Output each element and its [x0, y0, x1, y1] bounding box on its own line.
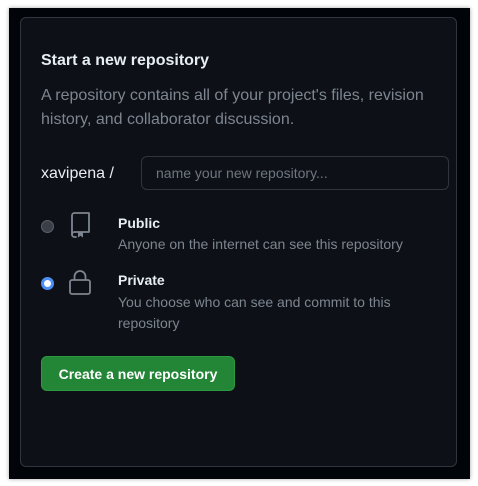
repo-icon	[68, 212, 92, 238]
public-description: Anyone on the internet can see this repo…	[118, 236, 403, 252]
panel-description: A repository contains all of your projec…	[41, 87, 424, 128]
private-description: You choose who can see and commit to thi…	[118, 294, 391, 331]
private-label: Private	[118, 272, 165, 288]
visibility-option-public[interactable]: Public Anyone on the internet can see th…	[21, 210, 458, 260]
create-repository-button[interactable]: Create a new repository	[41, 356, 235, 391]
panel-title: Start a new repository	[41, 52, 210, 69]
public-radio[interactable]	[41, 220, 54, 233]
lock-icon	[68, 269, 92, 295]
owner-label: xavipena /	[41, 165, 114, 182]
visibility-option-private[interactable]: Private You choose who can see and commi…	[21, 267, 458, 339]
private-radio[interactable]	[41, 277, 54, 290]
new-repository-card: Start a new repository A repository cont…	[20, 17, 457, 467]
repository-name-input[interactable]	[141, 156, 449, 190]
window-frame: Start a new repository A repository cont…	[9, 8, 470, 479]
public-label: Public	[118, 215, 161, 231]
